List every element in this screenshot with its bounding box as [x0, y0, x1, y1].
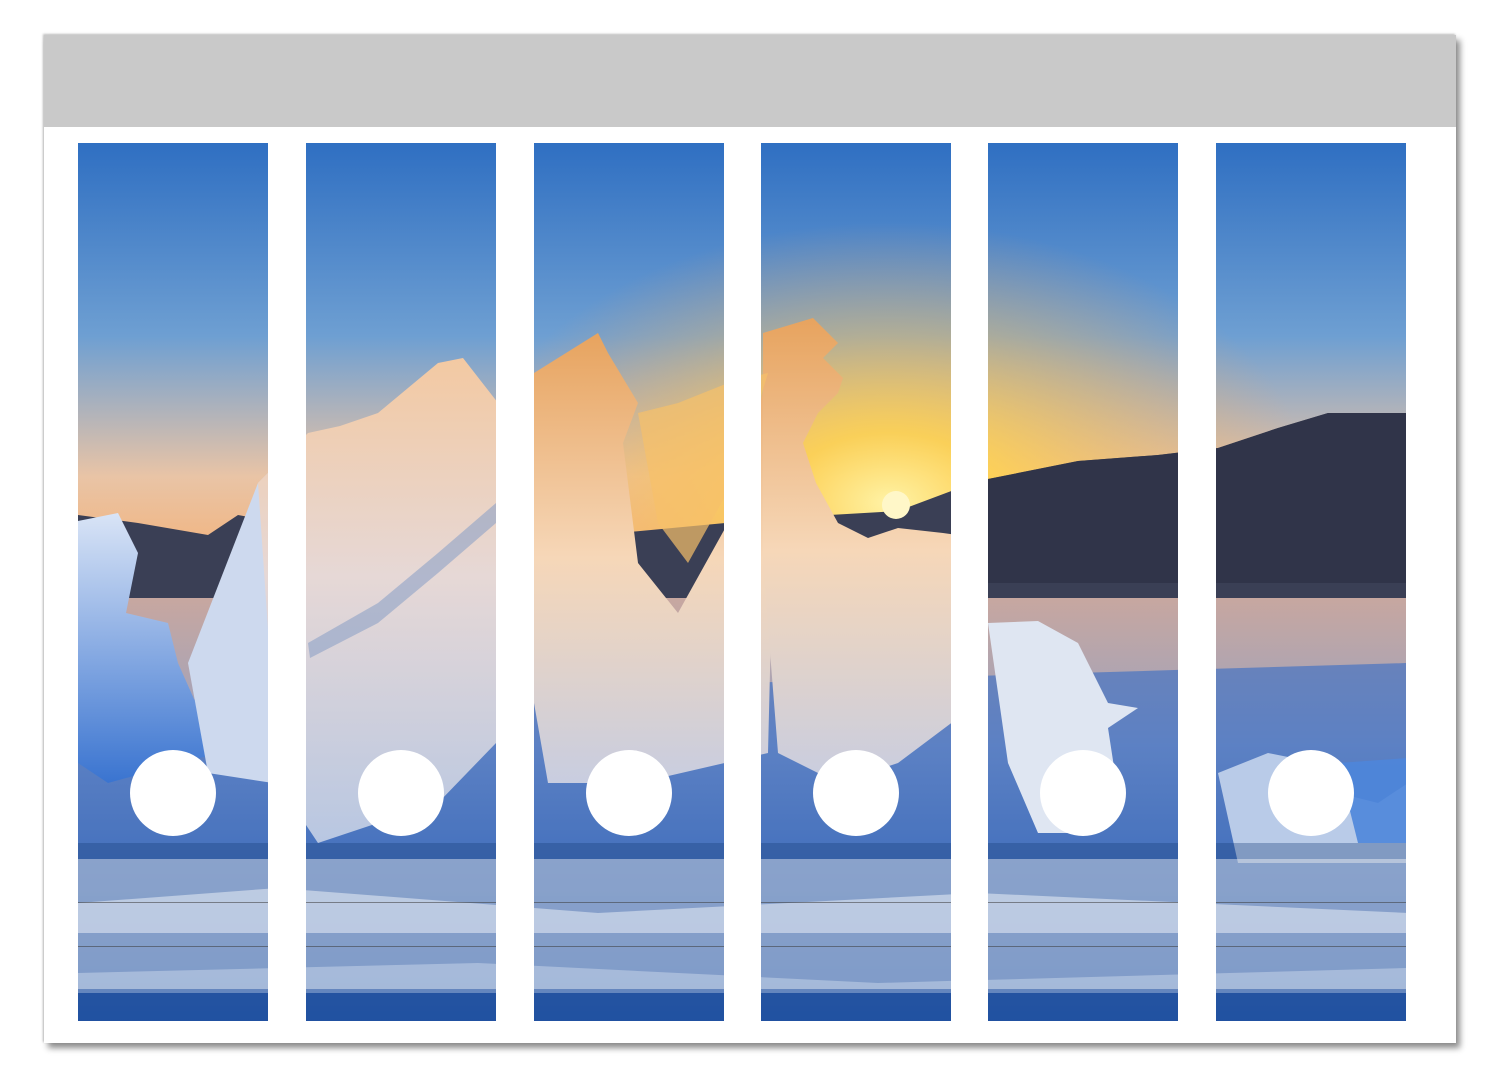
write-line [988, 946, 1178, 947]
finger-hole [813, 750, 899, 836]
write-line [306, 946, 496, 947]
write-line [534, 902, 724, 903]
write-field[interactable] [78, 859, 268, 989]
write-line [1216, 946, 1406, 947]
label-sheet [44, 35, 1456, 1043]
write-line [534, 946, 724, 947]
write-line [1216, 902, 1406, 903]
spine-label-4[interactable] [761, 143, 951, 1021]
spine-label-1[interactable] [78, 143, 268, 1021]
write-line [761, 902, 951, 903]
write-field[interactable] [306, 859, 496, 989]
write-field[interactable] [988, 859, 1178, 989]
spine-label-5[interactable] [988, 143, 1178, 1021]
write-line [761, 946, 951, 947]
finger-hole [1268, 750, 1354, 836]
spine-labels [44, 35, 1456, 1043]
write-field[interactable] [761, 859, 951, 989]
spine-label-2[interactable] [306, 143, 496, 1021]
write-line [78, 902, 268, 903]
write-line [78, 946, 268, 947]
write-field[interactable] [1216, 859, 1406, 989]
write-line [988, 902, 1178, 903]
spine-label-6[interactable] [1216, 143, 1406, 1021]
spine-label-3[interactable] [534, 143, 724, 1021]
finger-hole [586, 750, 672, 836]
finger-hole [1040, 750, 1126, 836]
write-line [306, 902, 496, 903]
finger-hole [130, 750, 216, 836]
write-field[interactable] [534, 859, 724, 989]
finger-hole [358, 750, 444, 836]
